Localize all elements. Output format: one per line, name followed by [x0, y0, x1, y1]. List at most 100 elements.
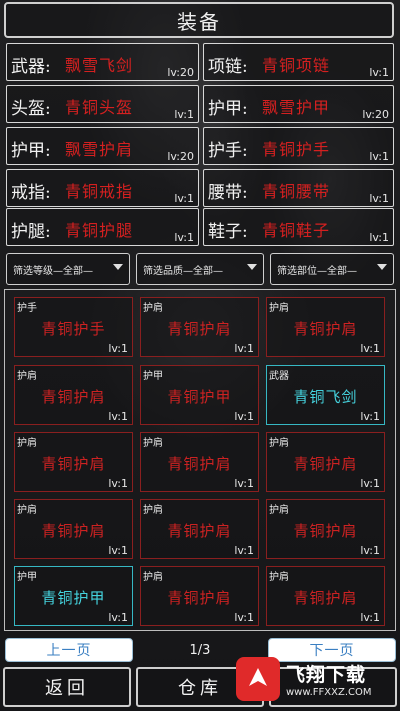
item-type: 护肩: [269, 572, 289, 583]
inventory-item[interactable]: 护手 青铜护手 lv:1: [14, 297, 133, 357]
item-name: 青铜护肩: [167, 320, 232, 338]
slot-level: lv:1: [369, 150, 389, 163]
inventory-item[interactable]: 护肩 青铜护肩 lv:1: [14, 432, 133, 492]
slot-item-name: 飘雪护肩: [65, 140, 134, 159]
item-level: lv:1: [360, 477, 380, 490]
item-name: 青铜护肩: [167, 455, 232, 473]
slot-item-name: 飘雪飞剑: [65, 56, 134, 75]
item-level: lv:1: [108, 611, 128, 624]
inventory-item[interactable]: 护肩 青铜护肩 lv:1: [140, 566, 259, 626]
filter-slot-label: 筛选部位—全部—: [277, 265, 357, 277]
slot-label: 鞋子:: [208, 222, 248, 242]
item-type: 护肩: [143, 572, 163, 583]
slot-level: lv:20: [362, 108, 389, 121]
item-level: lv:1: [234, 544, 254, 557]
slot-label: 护甲:: [11, 141, 51, 161]
item-type: 护肩: [269, 505, 289, 516]
item-level: lv:1: [360, 611, 380, 624]
item-type: 护肩: [143, 438, 163, 449]
item-name: 青铜护甲: [167, 388, 232, 406]
watermark: 飞翔下载 www.FFXXZ.COM: [236, 650, 396, 708]
item-name: 青铜护肩: [167, 522, 232, 540]
item-type: 护甲: [143, 371, 163, 382]
item-type: 护肩: [17, 438, 37, 449]
filter-quality-label: 筛选品质—全部—: [143, 265, 223, 277]
inventory-item[interactable]: 护肩 青铜护肩 lv:1: [140, 432, 259, 492]
item-level: lv:1: [234, 342, 254, 355]
chevron-down-icon: [113, 264, 123, 270]
equip-slot-helmet[interactable]: 头盔: 青铜头盔 lv:1: [6, 85, 199, 123]
chevron-down-icon: [247, 264, 257, 270]
inventory-item[interactable]: 护肩 青铜护肩 lv:1: [140, 297, 259, 357]
inventory-item[interactable]: 护肩 青铜护肩 lv:1: [266, 499, 385, 559]
watermark-brand: 飞翔下载: [286, 664, 367, 686]
equip-slot-ring[interactable]: 戒指: 青铜戒指 lv:1: [6, 169, 199, 207]
equip-slot-weapon[interactable]: 武器: 飘雪飞剑 lv:20: [6, 43, 199, 81]
slot-label: 护腿:: [11, 222, 51, 242]
slot-label: 戒指:: [11, 183, 51, 203]
equip-slot-armor[interactable]: 护甲: 飘雪护甲 lv:20: [203, 85, 394, 123]
item-level: lv:1: [108, 544, 128, 557]
equip-slot-shoes[interactable]: 鞋子: 青铜鞋子 lv:1: [203, 208, 394, 246]
item-name: 青铜护手: [41, 320, 106, 338]
item-type: 护肩: [269, 438, 289, 449]
slot-label: 武器:: [11, 57, 51, 77]
slot-label: 护甲:: [208, 99, 248, 119]
slot-label: 头盔:: [11, 99, 51, 119]
inventory-item[interactable]: 护肩 青铜护肩 lv:1: [266, 432, 385, 492]
slot-item-name: 飘雪护甲: [262, 98, 331, 117]
slot-level: lv:1: [174, 192, 194, 205]
equip-slot-gloves[interactable]: 护手: 青铜护手 lv:1: [203, 127, 394, 165]
page-title: 装备: [4, 2, 394, 38]
watermark-url: www.FFXXZ.COM: [286, 687, 372, 698]
slot-level: lv:1: [174, 108, 194, 121]
equip-slot-shoulder[interactable]: 护甲: 飘雪护肩 lv:20: [6, 127, 199, 165]
item-type: 护肩: [269, 303, 289, 314]
inventory-item[interactable]: 武器 青铜飞剑 lv:1: [266, 365, 385, 425]
item-name: 青铜护肩: [293, 320, 358, 338]
item-name: 青铜护肩: [41, 522, 106, 540]
inventory-item[interactable]: 护甲 青铜护甲 lv:1: [14, 566, 133, 626]
slot-item-name: 青铜护手: [262, 140, 331, 159]
slot-item-name: 青铜戒指: [65, 182, 134, 201]
item-type: 护肩: [143, 505, 163, 516]
item-level: lv:1: [360, 544, 380, 557]
item-type: 护甲: [17, 572, 37, 583]
equip-slot-belt[interactable]: 腰带: 青铜腰带 lv:1: [203, 169, 394, 207]
inventory-item[interactable]: 护肩 青铜护肩 lv:1: [266, 297, 385, 357]
filter-level-dropdown[interactable]: 筛选等级—全部—: [6, 253, 130, 285]
slot-label: 腰带:: [208, 183, 248, 203]
item-level: lv:1: [234, 410, 254, 423]
slot-level: lv:20: [167, 66, 194, 79]
page-indicator: 1/3: [189, 643, 211, 658]
equip-slot-legs[interactable]: 护腿: 青铜护腿 lv:1: [6, 208, 199, 246]
item-name: 青铜飞剑: [293, 388, 358, 406]
inventory-item[interactable]: 护肩 青铜护肩 lv:1: [266, 566, 385, 626]
inventory-item[interactable]: 护肩 青铜护肩 lv:1: [14, 499, 133, 559]
item-type: 武器: [269, 371, 289, 382]
slot-item-name: 青铜鞋子: [262, 221, 331, 240]
item-name: 青铜护甲: [41, 589, 106, 607]
slot-level: lv:20: [167, 150, 194, 163]
back-button[interactable]: 返回: [3, 667, 131, 707]
filter-quality-dropdown[interactable]: 筛选品质—全部—: [136, 253, 264, 285]
item-type: 护肩: [143, 303, 163, 314]
slot-item-name: 青铜腰带: [262, 182, 331, 201]
chevron-down-icon: [377, 264, 387, 270]
slot-item-name: 青铜项链: [262, 56, 331, 75]
item-level: lv:1: [360, 342, 380, 355]
inventory-item[interactable]: 护肩 青铜护肩 lv:1: [14, 365, 133, 425]
inventory-item[interactable]: 护肩 青铜护肩 lv:1: [140, 499, 259, 559]
item-level: lv:1: [108, 342, 128, 355]
slot-level: lv:1: [174, 231, 194, 244]
slot-label: 项链:: [208, 57, 248, 77]
filter-slot-dropdown[interactable]: 筛选部位—全部—: [270, 253, 394, 285]
inventory-item[interactable]: 护甲 青铜护甲 lv:1: [140, 365, 259, 425]
item-type: 护手: [17, 303, 37, 314]
item-level: lv:1: [360, 410, 380, 423]
item-name: 青铜护肩: [293, 455, 358, 473]
equip-slot-necklace[interactable]: 项链: 青铜项链 lv:1: [203, 43, 394, 81]
prev-page-button[interactable]: 上一页: [5, 638, 133, 662]
slot-level: lv:1: [369, 192, 389, 205]
slot-label: 护手:: [208, 141, 248, 161]
